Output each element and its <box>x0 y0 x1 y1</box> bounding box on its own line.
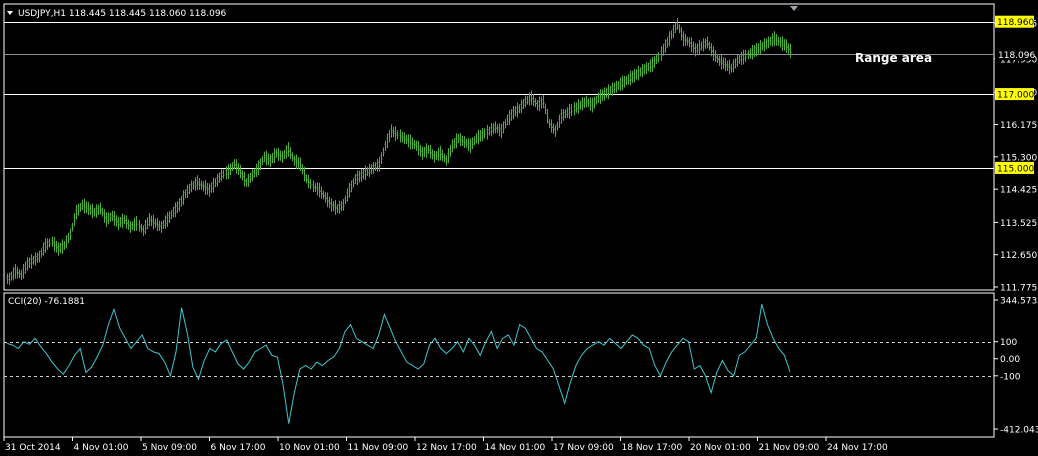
price-level-label: 115.000 <box>997 164 1034 174</box>
range-area-text[interactable]: Range area <box>855 51 932 65</box>
price-tick-label: 112.650 <box>1000 251 1037 261</box>
time-tick-label: 17 Nov 09:00 <box>553 443 614 453</box>
price-tick-label: 114.425 <box>1000 186 1037 196</box>
time-tick-label: 24 Nov 17:00 <box>827 443 888 453</box>
time-tick-label: 20 Nov 01:00 <box>690 443 751 453</box>
time-tick-label: 31 Oct 2014 <box>5 443 61 453</box>
chart-title: USDJPY,H1 118.445 118.445 118.060 118.09… <box>18 9 227 19</box>
price-tick-label: 115.300 <box>1000 153 1037 163</box>
price-tick-label: 111.775 <box>1000 284 1037 294</box>
cci-title: CCI(20) -76.1881 <box>8 297 85 307</box>
cci-tick-label: 100 <box>1000 338 1017 348</box>
time-tick-label: 12 Nov 17:00 <box>416 443 477 453</box>
cci-tick-label: 344.5732 <box>1000 297 1038 307</box>
time-tick-label: 6 Nov 17:00 <box>211 443 266 453</box>
cci-tick-label: -412.0435 <box>1000 426 1038 436</box>
current-price-label: 118.096 <box>998 51 1035 61</box>
chart-window[interactable]: USDJPY,H1 118.445 118.445 118.060 118.09… <box>0 0 1038 456</box>
price-level-label: 117.000 <box>997 91 1034 101</box>
time-tick-label: 4 Nov 01:00 <box>74 443 129 453</box>
time-tick-label: 5 Nov 09:00 <box>142 443 197 453</box>
price-axis: 118.925117.950117.050116.175115.300114.4… <box>994 15 1037 294</box>
time-tick-label: 18 Nov 17:00 <box>622 443 683 453</box>
time-tick-label: 10 Nov 01:00 <box>279 443 340 453</box>
time-tick-label: 14 Nov 01:00 <box>485 443 546 453</box>
time-tick-label: 11 Nov 09:00 <box>348 443 409 453</box>
time-tick-label: 21 Nov 09:00 <box>759 443 820 453</box>
price-level-label: 118.960 <box>997 18 1034 28</box>
price-tick-label: 116.175 <box>1000 121 1037 131</box>
price-tick-label: 113.525 <box>1000 219 1037 229</box>
cci-tick-label: -100 <box>1000 372 1021 382</box>
cci-tick-label: 0.00 <box>1000 355 1020 365</box>
